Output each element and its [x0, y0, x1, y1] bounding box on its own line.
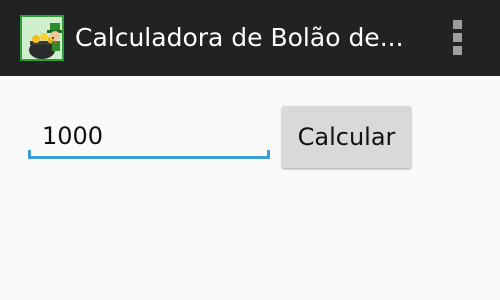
menu-dot: [452, 45, 462, 55]
menu-dot: [452, 19, 462, 29]
main-content: Calcular: [0, 76, 500, 300]
menu-dot: [452, 32, 462, 42]
leprechaun-pot-icon[interactable]: [20, 15, 64, 61]
amount-input-underline-right-tick: [267, 150, 270, 159]
app-title: Calculadora de Bolão de...: [75, 23, 404, 52]
amount-input[interactable]: [28, 115, 270, 155]
action-bar: Calculadora de Bolão de...: [0, 0, 500, 76]
overflow-menu-icon[interactable]: [442, 14, 472, 60]
amount-input-underline: [28, 156, 270, 159]
amount-input-underline-left-tick: [28, 150, 31, 159]
amount-field[interactable]: [28, 115, 270, 159]
calculate-button[interactable]: Calcular: [282, 106, 411, 168]
